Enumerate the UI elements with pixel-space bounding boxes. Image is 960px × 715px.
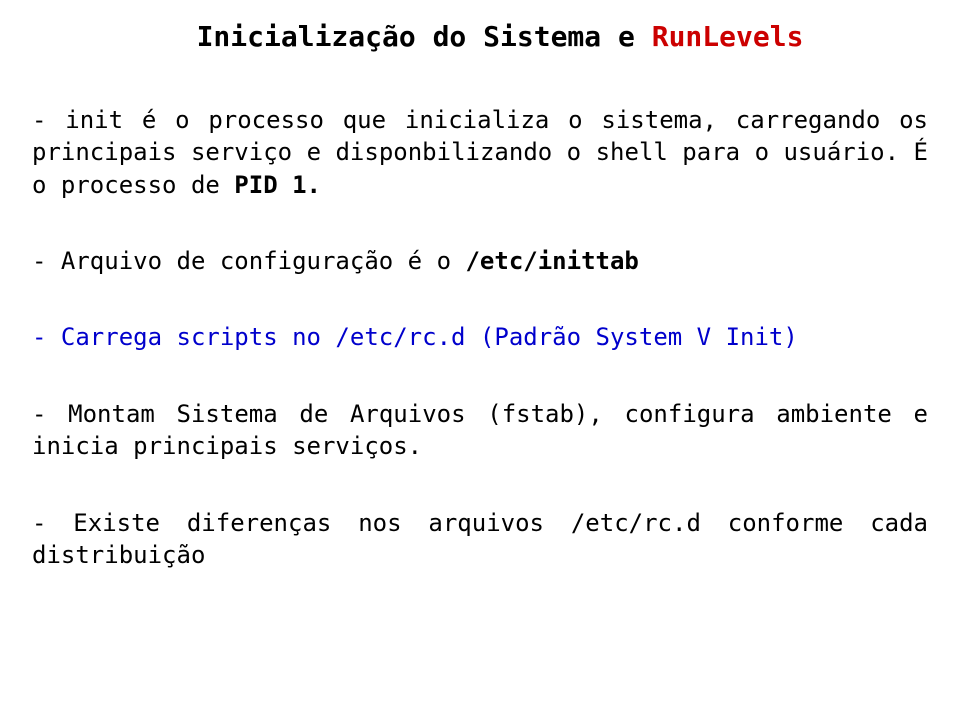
p4-text: - Montam Sistema de Arquivos (fstab), co…	[32, 400, 928, 460]
paragraph-mount: - Montam Sistema de Arquivos (fstab), co…	[32, 398, 928, 463]
paragraph-scripts: - Carrega scripts no /etc/rc.d (Padrão S…	[32, 321, 928, 353]
p5-text: - Existe diferenças nos arquivos /etc/rc…	[32, 509, 928, 569]
paragraph-init-process: - init é o processo que inicializa o sis…	[32, 104, 928, 201]
p1-text: - init é o processo que inicializa o sis…	[32, 106, 928, 199]
page-title: Inicialização do Sistema e RunLevels	[32, 18, 928, 56]
p2-bold: /etc/inittab	[465, 247, 638, 275]
title-highlight: RunLevels	[652, 20, 804, 53]
p3-text: - Carrega scripts no /etc/rc.d (Padrão S…	[32, 323, 798, 351]
paragraph-config-file: - Arquivo de configuração é o /etc/initt…	[32, 245, 928, 277]
paragraph-differences: - Existe diferenças nos arquivos /etc/rc…	[32, 507, 928, 572]
p1-bold: PID 1.	[234, 171, 321, 199]
title-prefix: Inicialização do Sistema e	[197, 20, 652, 53]
p2-text: - Arquivo de configuração é o	[32, 247, 465, 275]
